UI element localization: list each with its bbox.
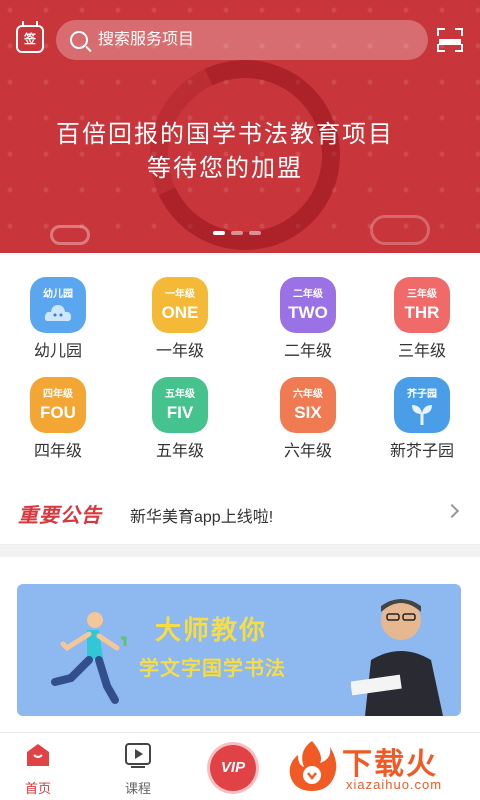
grid-item-kindergarten[interactable]: 幼儿园 幼儿园	[8, 277, 108, 361]
grade-two-icon: 二年级 TWO	[280, 277, 336, 333]
flame-icon	[289, 741, 337, 791]
tab-home-label: 首页	[24, 781, 51, 796]
search-icon	[70, 31, 88, 49]
announcement-tag: 重要公告	[18, 505, 102, 527]
jieziyuan-icon: 芥子园	[394, 377, 450, 433]
announcement-bar[interactable]: 重要公告 新华美育app上线啦!	[0, 473, 480, 545]
grade-six-icon: 六年级 SIX	[280, 377, 336, 433]
carousel-indicator	[213, 231, 261, 235]
grid-item-jieziyuan[interactable]: 芥子园 新芥子园	[372, 377, 472, 461]
grade-grid: 幼儿园 幼儿园 一年级 ONE 一年级 二年级 TWO 二年级 三年级 THR …	[0, 253, 480, 473]
sign-in-button[interactable]: 签	[16, 21, 44, 53]
vip-button[interactable]: VIP	[210, 745, 256, 791]
scan-icon[interactable]	[437, 28, 463, 52]
promo-title: 大师教你	[155, 615, 268, 645]
kindergarten-icon: 幼儿园	[30, 277, 86, 333]
tab-course-label: 课程	[124, 781, 151, 796]
grid-item-label: 一年级	[155, 343, 204, 360]
promo-banner[interactable]: 大师教你 学文字国学书法	[17, 584, 461, 716]
grade-one-icon: 一年级 ONE	[152, 277, 208, 333]
grid-item-grade-three[interactable]: 三年级 THR 三年级	[372, 277, 472, 361]
watermark-url: xiazaihuo.com	[346, 777, 443, 792]
carousel-dot-active[interactable]	[213, 231, 225, 235]
promo-subtitle: 学文字国学书法	[139, 658, 286, 680]
search-bar[interactable]	[56, 20, 428, 60]
grid-item-label: 幼儿园	[33, 343, 82, 360]
watermark-logo: 下载火 xiazaihuo.com	[284, 737, 474, 797]
tab-course[interactable]: 课程	[108, 741, 168, 797]
tab-home[interactable]: 首页	[8, 741, 68, 797]
sprout-icon	[412, 405, 432, 425]
runner-illustration	[51, 612, 127, 704]
grid-item-grade-six[interactable]: 六年级 SIX 六年级	[258, 377, 358, 461]
grid-item-label: 四年级	[33, 443, 82, 460]
grid-item-label: 六年级	[283, 443, 332, 460]
section-divider	[0, 545, 480, 557]
grid-item-label: 三年级	[397, 343, 446, 360]
grade-five-icon: 五年级 FIV	[152, 377, 208, 433]
grid-item-grade-two[interactable]: 二年级 TWO 二年级	[258, 277, 358, 361]
bottom-tab-bar: 首页 课程 VIP 下载火 xiazaihuo.com	[0, 732, 480, 800]
grid-item-label: 新芥子园	[389, 443, 454, 460]
teacher-portrait	[351, 599, 443, 716]
cloud-decoration	[370, 215, 430, 245]
home-icon	[27, 744, 49, 766]
play-video-icon	[125, 743, 151, 768]
grade-three-icon: 三年级 THR	[394, 277, 450, 333]
carousel-dot[interactable]	[231, 231, 243, 235]
grid-item-grade-five[interactable]: 五年级 FIV 五年级	[130, 377, 230, 461]
grid-item-grade-one[interactable]: 一年级 ONE 一年级	[130, 277, 230, 361]
announcement-text: 新华美育app上线啦!	[130, 509, 274, 526]
carousel-dot[interactable]	[249, 231, 261, 235]
app-screen: 签 百倍回报的国学书法教育项目 等待您的加盟 幼儿园	[0, 0, 480, 800]
promo-section: 大师教你 学文字国学书法	[0, 557, 480, 732]
cloud-decoration	[50, 225, 90, 245]
chevron-right-icon	[444, 503, 460, 519]
grid-item-label: 五年级	[155, 443, 204, 460]
grid-item-label: 二年级	[283, 343, 332, 360]
hero-banner[interactable]: 签 百倍回报的国学书法教育项目 等待您的加盟	[0, 0, 480, 253]
grid-item-grade-four[interactable]: 四年级 FOU 四年级	[8, 377, 108, 461]
banner-subtitle: 等待您的加盟	[147, 154, 303, 182]
search-input[interactable]	[98, 31, 398, 49]
cloud-mascot-icon	[44, 305, 71, 322]
sign-in-label: 签	[23, 32, 36, 46]
grade-four-icon: 四年级 FOU	[30, 377, 86, 433]
banner-title: 百倍回报的国学书法教育项目	[56, 120, 394, 148]
